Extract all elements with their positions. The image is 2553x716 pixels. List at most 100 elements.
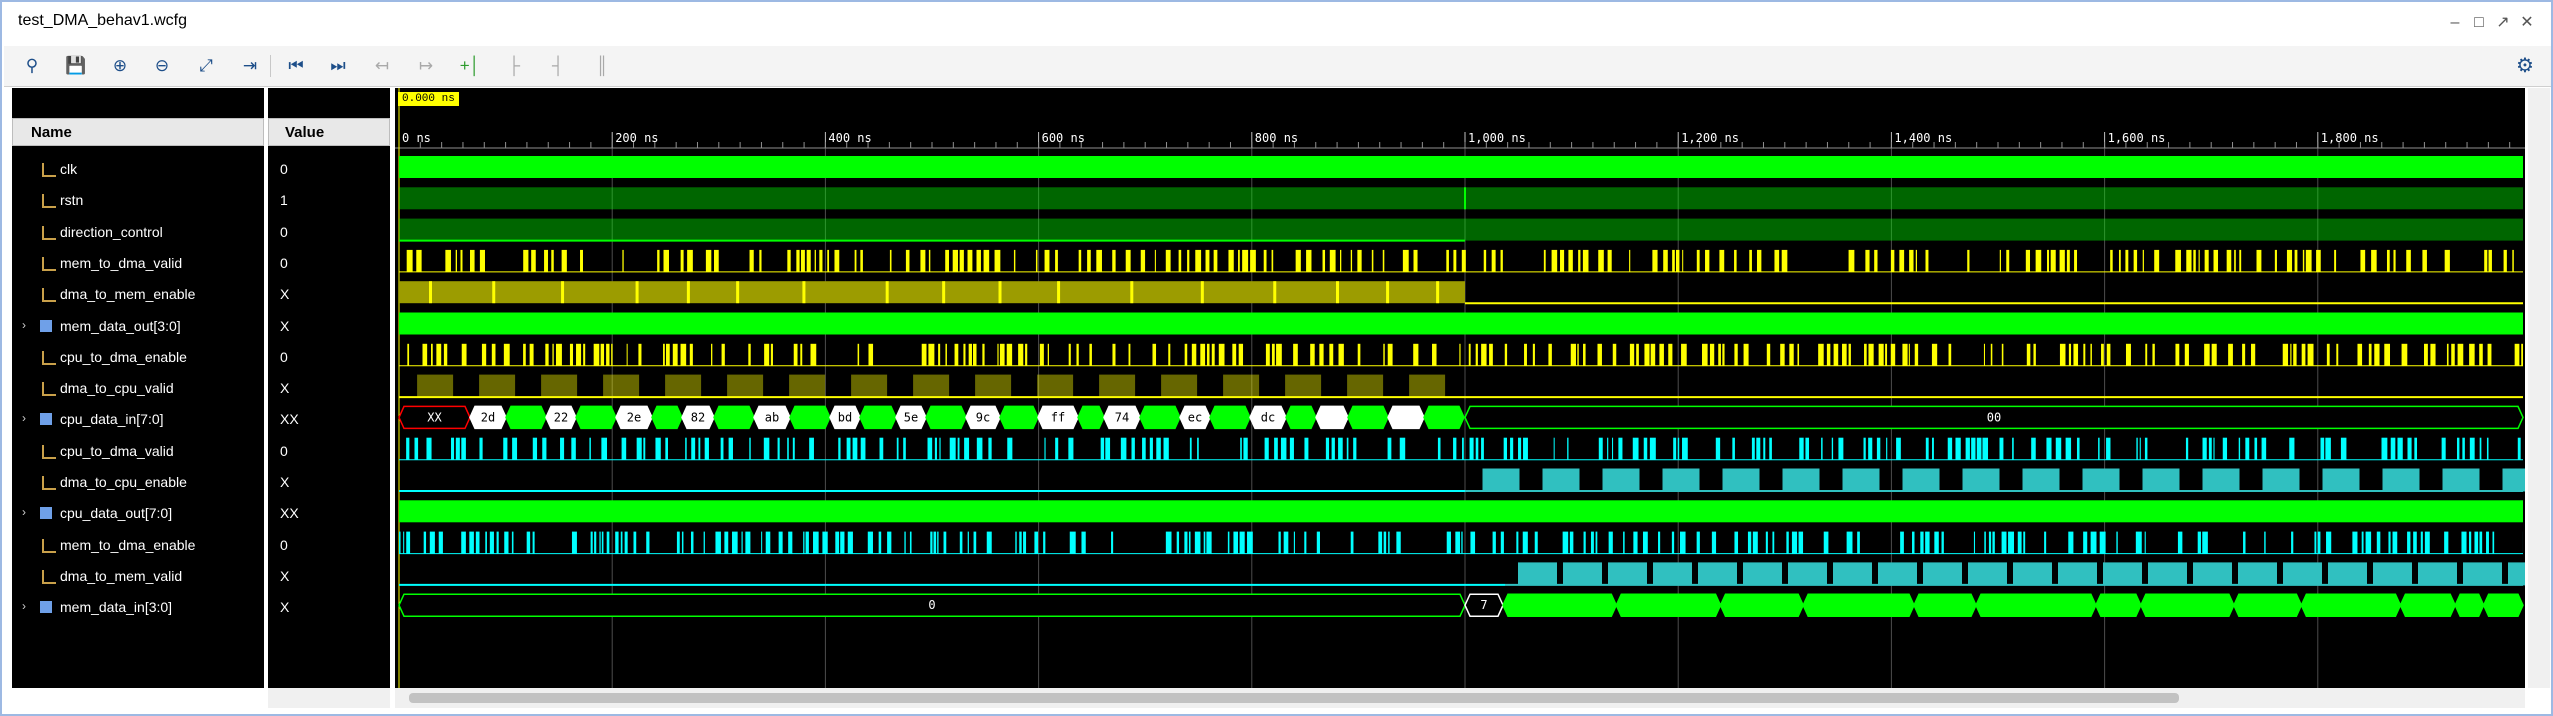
zoom-in-icon[interactable]: ⊕ <box>108 54 132 78</box>
signal-pulse <box>805 531 809 554</box>
expand-arrow-icon[interactable]: › <box>22 599 26 613</box>
float-icon[interactable]: ↗ <box>2494 14 2512 32</box>
signal-row[interactable]: dma_to_cpu_valid <box>12 373 264 404</box>
signal-pulse <box>2384 343 2391 366</box>
close-icon[interactable]: ✕ <box>2518 14 2536 32</box>
add-marker-icon[interactable]: +│ <box>458 54 482 78</box>
minimize-icon[interactable]: – <box>2446 14 2464 32</box>
signal-row[interactable]: rstn <box>12 185 264 216</box>
go-to-last-time-icon[interactable]: ⏭ <box>326 54 350 78</box>
scrollbar-thumb[interactable] <box>409 693 2179 703</box>
signal-row[interactable]: › mem_data_in[3:0] <box>12 592 264 623</box>
signal-value: X <box>280 599 290 616</box>
signal-pulse <box>1805 437 1810 460</box>
time-tick-label: 1,000 ns <box>1468 131 1526 145</box>
signal-pulse <box>1338 343 1344 366</box>
signal-pulse <box>2118 249 2121 272</box>
signal-pulse <box>2484 249 2488 272</box>
signal-pulse <box>611 343 613 366</box>
signal-pulse <box>1709 343 1715 366</box>
save-icon[interactable]: 💾 <box>64 54 88 78</box>
waveform-plot[interactable]: 0 ns 200 ns 400 ns 600 ns 800 ns 1,000 ns 1,20… <box>395 88 2525 688</box>
next-marker-icon[interactable]: ┤ <box>546 54 570 78</box>
signal-pulse <box>1304 531 1307 554</box>
signal-pulse <box>600 343 605 366</box>
signal-row[interactable]: › cpu_data_out[7:0] <box>12 498 264 529</box>
previous-marker-icon[interactable]: ├ <box>502 54 526 78</box>
signal-pulse <box>1909 249 1914 272</box>
search-icon[interactable]: ⚲ <box>20 54 44 78</box>
bus-value-label: 5e <box>904 410 918 424</box>
signal-pulse <box>2211 343 2217 366</box>
signal-pulse <box>703 531 705 554</box>
go-to-cursor-icon[interactable]: ⇥ <box>238 54 262 78</box>
signal-pulse <box>571 437 576 460</box>
signal-pulse <box>1636 343 1639 366</box>
signal-row[interactable]: dma_to_mem_enable <box>12 279 264 310</box>
restore-icon[interactable]: □ <box>2470 14 2488 32</box>
expand-arrow-icon[interactable]: › <box>22 411 26 425</box>
signal-pulse <box>1642 531 1648 554</box>
signal-high-band <box>399 281 1465 304</box>
signal-pulse <box>544 249 549 272</box>
signal-pulse <box>2008 531 2015 554</box>
signal-pulse <box>2461 531 2467 554</box>
expand-arrow-icon[interactable]: › <box>22 505 26 519</box>
signal-pulse <box>2302 249 2305 272</box>
expand-arrow-icon[interactable]: › <box>22 318 26 332</box>
signal-pulse <box>787 437 789 460</box>
signal-pulse <box>1532 343 1535 366</box>
signal-pulse <box>954 343 959 366</box>
signal-row[interactable]: direction_control <box>12 217 264 248</box>
signal-pulse <box>1243 437 1248 460</box>
signal-pulse <box>736 281 740 304</box>
signal-pulse <box>1078 249 1082 272</box>
signal-pulse <box>685 437 687 460</box>
signal-pulse <box>1413 343 1419 366</box>
next-transition-icon[interactable]: ↦ <box>414 54 438 78</box>
swap-cursors-icon[interactable]: ║ <box>590 54 614 78</box>
signal-pulse <box>2407 531 2411 554</box>
signal-row[interactable]: cpu_to_dma_enable <box>12 342 264 373</box>
waveform-canvas[interactable]: 0 ns 200 ns 400 ns 600 ns 800 ns 1,000 ns 1,20… <box>395 88 2525 688</box>
signal-pulse <box>2371 249 2377 272</box>
signal-row[interactable]: mem_to_dma_enable <box>12 530 264 561</box>
signal-pulse <box>1848 343 1851 366</box>
signal-row[interactable]: mem_to_dma_valid <box>12 248 264 279</box>
signal-pulse <box>2325 437 2331 460</box>
signal-pulse <box>879 437 884 460</box>
signal-pulse <box>1568 249 1573 272</box>
signal-pulse <box>1649 437 1656 460</box>
signal-pulse <box>1329 343 1334 366</box>
signal-pulse <box>615 531 619 554</box>
go-to-time-0-icon[interactable]: ⏮ <box>284 54 308 78</box>
signal-pulse <box>406 531 411 554</box>
signal-pulse <box>1271 249 1274 272</box>
signal-pulse <box>1047 343 1049 366</box>
signal-pulse <box>1976 437 1982 460</box>
gear-icon[interactable]: ⚙ <box>2513 54 2537 78</box>
signal-row[interactable]: dma_to_cpu_enable <box>12 467 264 498</box>
signal-pulse <box>2446 343 2449 366</box>
wave-horizontal-scrollbar[interactable] <box>395 688 2525 708</box>
signal-row[interactable]: clk <box>12 154 264 185</box>
signal-pulse <box>2090 531 2097 554</box>
signal-pulse <box>959 249 964 272</box>
signal-pulse <box>1567 437 1569 460</box>
signal-pulse <box>2083 531 2088 554</box>
signal-pulse <box>1099 374 1136 398</box>
signal-pulse <box>1702 343 1708 366</box>
vertical-scrollbar[interactable] <box>2528 88 2550 688</box>
zoom-out-icon[interactable]: ⊖ <box>150 54 174 78</box>
signal-pulse <box>680 249 684 272</box>
signal-row[interactable]: › mem_data_out[3:0] <box>12 311 264 342</box>
signal-row[interactable]: dma_to_mem_valid <box>12 561 264 592</box>
zoom-fit-icon[interactable]: ⤢ <box>194 54 218 78</box>
signal-row[interactable]: › cpu_data_in[7:0] <box>12 404 264 435</box>
value-horizontal-scrollbar[interactable] <box>268 688 390 708</box>
waveform-window: test_DMA_behav1.wcfg – □ ↗ ✕ ⚲ 💾 ⊕ ⊖ ⤢ ⇥… <box>0 0 2553 716</box>
signal-pulse <box>1383 531 1387 554</box>
signal-row[interactable]: cpu_to_dma_valid <box>12 436 264 467</box>
previous-transition-icon[interactable]: ↤ <box>370 54 394 78</box>
signal-pulse <box>973 531 977 554</box>
